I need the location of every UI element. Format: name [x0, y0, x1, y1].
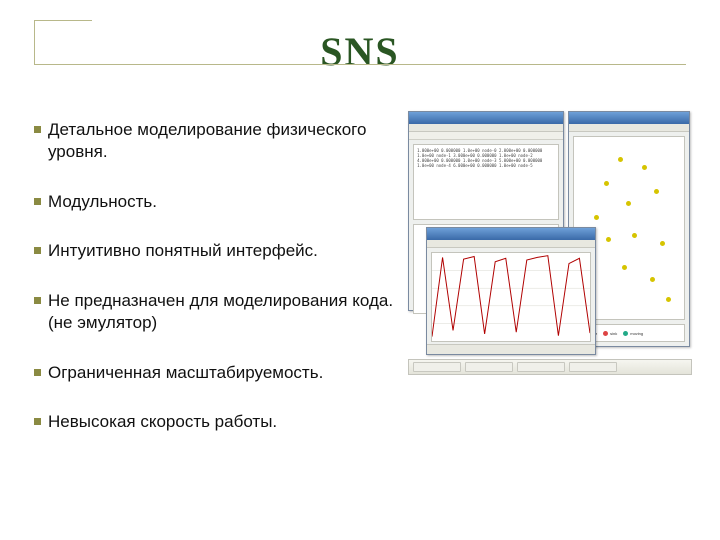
task-strip	[408, 359, 692, 375]
sensor-node-icon	[606, 237, 611, 242]
bullet-item: Детальное моделирование физического уров…	[34, 119, 394, 163]
screenshot-composite: 1.000e+00 0.000000 1.0e+00 node-0 2.000e…	[408, 111, 686, 371]
window-menubar	[569, 124, 689, 132]
window-statusbar	[427, 344, 595, 354]
sensor-node-icon	[654, 189, 659, 194]
task-tab	[517, 362, 565, 372]
bullet-item: Интуитивно понятный интерфейс.	[34, 240, 394, 262]
legend-item: moving	[623, 331, 643, 336]
sensor-node-icon	[604, 181, 609, 186]
sensor-node-icon	[650, 277, 655, 282]
sensor-node-icon	[666, 297, 671, 302]
decorative-rule	[34, 64, 686, 65]
window-titlebar	[569, 112, 689, 124]
bullet-item: Невысокая скорость работы.	[34, 411, 394, 433]
app-window-plot	[426, 227, 596, 355]
decorative-rule	[34, 20, 92, 21]
sensor-node-icon	[594, 215, 599, 220]
sensor-node-icon	[660, 241, 665, 246]
bullet-item: Не предназначен для моделирования кода. …	[34, 290, 394, 334]
sensor-node-icon	[632, 233, 637, 238]
legend-item: sink	[603, 331, 617, 336]
sensor-node-icon	[622, 265, 627, 270]
window-titlebar	[409, 112, 563, 124]
window-menubar	[427, 240, 595, 248]
bullet-list: Детальное моделирование физического уров…	[34, 119, 394, 461]
page-title: SNS	[34, 28, 686, 75]
bullet-item: Ограниченная масштабируемость.	[34, 362, 394, 384]
window-toolbar	[409, 132, 563, 140]
task-tab	[413, 362, 461, 372]
sensor-node-icon	[626, 201, 631, 206]
bullet-item: Модульность.	[34, 191, 394, 213]
sensor-node-icon	[618, 157, 623, 162]
sensor-node-icon	[642, 165, 647, 170]
window-menubar	[409, 124, 563, 132]
task-tab	[569, 362, 617, 372]
task-tab	[465, 362, 513, 372]
content-row: Детальное моделирование физического уров…	[34, 119, 686, 461]
window-titlebar	[427, 228, 595, 240]
decorative-rule	[34, 20, 35, 64]
log-panel: 1.000e+00 0.000000 1.0e+00 node-0 2.000e…	[413, 144, 559, 220]
slide: SNS Детальное моделирование физического …	[0, 0, 720, 540]
signal-plot	[431, 252, 591, 342]
